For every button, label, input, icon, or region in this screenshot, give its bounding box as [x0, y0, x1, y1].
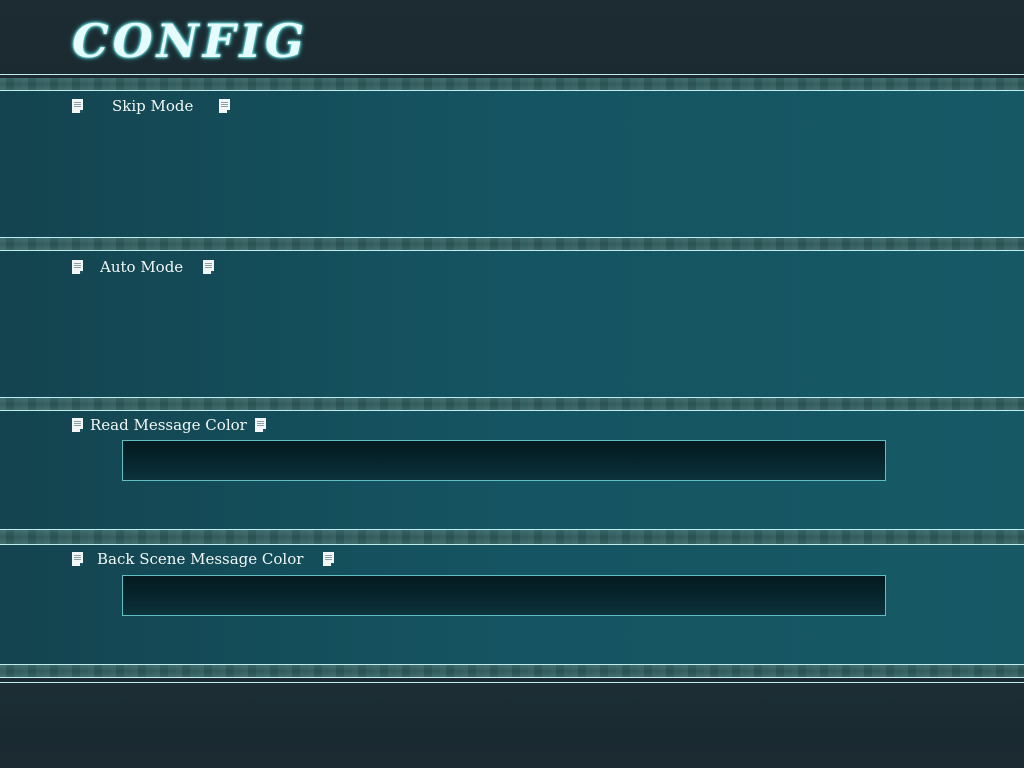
document-icon [219, 99, 231, 113]
page-title: CONFIG [72, 14, 309, 68]
read-message-color-label: Read Message Color [90, 416, 247, 434]
decorative-band [0, 665, 1024, 677]
divider-line [0, 74, 1024, 75]
auto-mode-label: Auto Mode [100, 258, 184, 276]
document-icon [203, 260, 215, 274]
skip-mode-header: Skip Mode [72, 96, 231, 116]
document-icon [72, 99, 83, 113]
footer-background [0, 684, 1024, 768]
auto-mode-header: Auto Mode [72, 257, 215, 277]
decorative-band [0, 530, 1024, 544]
back-scene-message-color-header: Back Scene Message Color [72, 549, 335, 569]
skip-mode-label: Skip Mode [112, 97, 194, 115]
back-scene-message-color-picker[interactable] [122, 575, 886, 616]
read-message-color-header: Read Message Color [72, 415, 266, 435]
decorative-band [0, 78, 1024, 90]
divider-line [0, 682, 1024, 683]
decorative-band [0, 238, 1024, 250]
back-scene-message-color-label: Back Scene Message Color [97, 550, 304, 568]
document-icon [254, 418, 266, 432]
divider-line [0, 677, 1024, 678]
document-icon [72, 552, 83, 566]
read-message-color-picker[interactable] [122, 440, 886, 481]
document-icon [323, 552, 335, 566]
document-icon [72, 418, 83, 432]
decorative-band [0, 398, 1024, 410]
document-icon [72, 260, 83, 274]
